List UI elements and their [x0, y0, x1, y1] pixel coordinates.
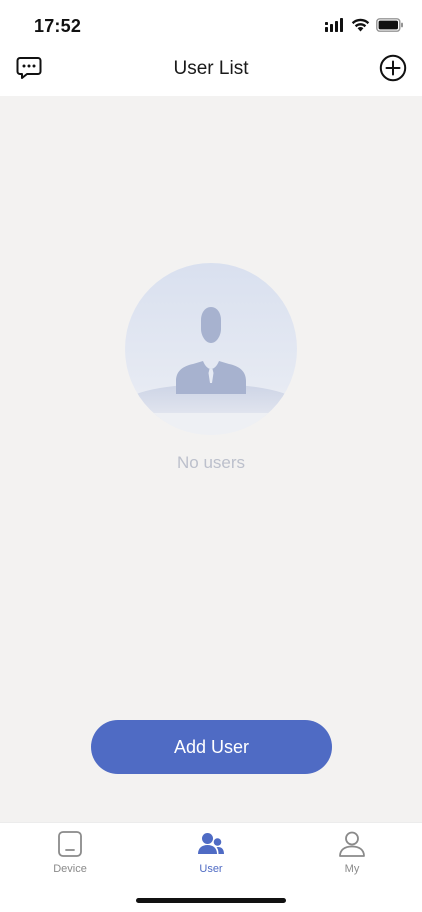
status-icons [325, 18, 404, 37]
nav-bar: User List [0, 44, 422, 96]
add-button[interactable] [378, 54, 408, 87]
tab-label-device: Device [53, 863, 87, 875]
tab-label-my: My [344, 863, 360, 875]
tab-device[interactable]: Device [0, 823, 140, 883]
screen: 17:52 User List No users Add User Device… [0, 0, 422, 912]
tab-my[interactable]: My [282, 823, 422, 883]
status-time: 17:52 [34, 16, 82, 36]
tab-label-user: User [199, 863, 223, 875]
empty-state-text: No users [176, 453, 246, 472]
battery-icon [376, 18, 404, 37]
device-icon [55, 829, 85, 859]
users-icon [196, 829, 226, 859]
content-area: No users Add User [0, 96, 422, 822]
add-circle-icon [379, 54, 407, 87]
user-avatar-placeholder-icon [125, 263, 297, 435]
signal-icon [325, 18, 345, 37]
person-icon [337, 829, 367, 859]
home-indicator [136, 898, 286, 903]
wifi-icon [351, 18, 370, 37]
add-user-button[interactable]: Add User [91, 720, 332, 774]
tab-user[interactable]: User [141, 823, 281, 883]
page-title: User List [173, 58, 249, 79]
